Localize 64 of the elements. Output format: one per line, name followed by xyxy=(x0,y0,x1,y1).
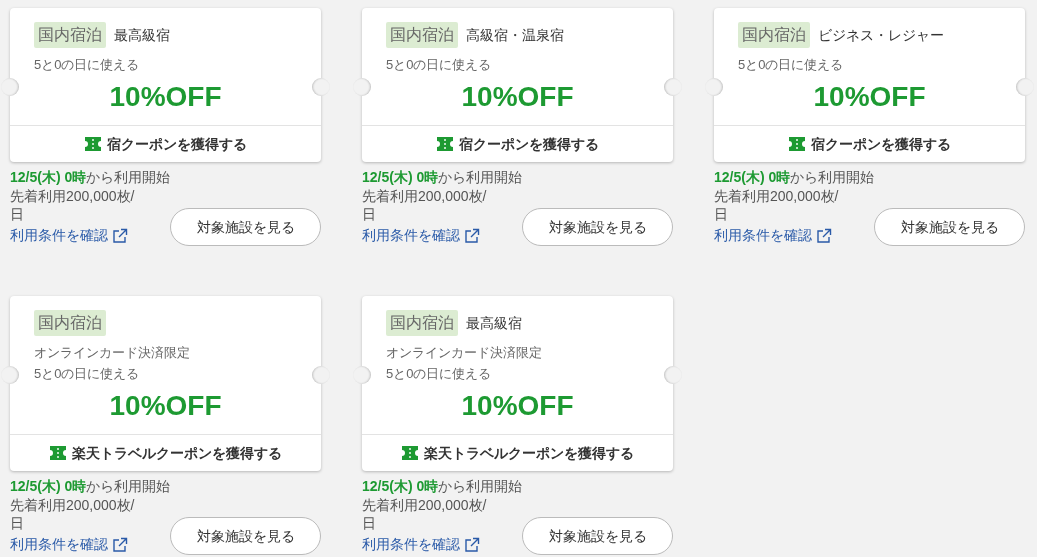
get-coupon-button[interactable]: 楽天トラベルクーポンを獲得する xyxy=(401,442,634,464)
hotel-category: 最高級宿 xyxy=(466,313,522,333)
external-link-icon xyxy=(816,227,832,244)
terms-link[interactable]: 利用条件を確認 xyxy=(714,225,832,246)
terms-link[interactable]: 利用条件を確認 xyxy=(362,225,480,246)
hotel-category: 高級宿・温泉宿 xyxy=(466,25,564,45)
coupon-condition: 5と0の日に使える xyxy=(34,365,141,383)
coupon-condition: オンラインカード決済限定 xyxy=(34,344,191,362)
category-tag: 国内宿泊 xyxy=(386,22,458,48)
ticket-icon xyxy=(49,446,66,460)
category-tag: 国内宿泊 xyxy=(738,22,810,48)
discount-amount: 10%OFF xyxy=(461,80,574,114)
card-notch xyxy=(353,366,371,384)
view-facilities-button[interactable]: 対象施設を見る xyxy=(522,208,673,246)
view-facilities-button[interactable]: 対象施設を見る xyxy=(874,208,1025,246)
coupon-condition: 5と0の日に使える xyxy=(34,56,141,74)
coupon-condition: 5と0の日に使える xyxy=(738,56,845,74)
category-tag: 国内宿泊 xyxy=(386,310,458,336)
ticket-icon xyxy=(788,137,805,151)
view-facilities-button[interactable]: 対象施設を見る xyxy=(170,517,321,555)
get-coupon-button[interactable]: 楽天トラベルクーポンを獲得する xyxy=(49,442,282,464)
start-date-text: 12/5(木) 0時から利用開始 xyxy=(10,477,170,496)
start-date-text: 12/5(木) 0時から利用開始 xyxy=(362,168,522,187)
start-date-text: 12/5(木) 0時から利用開始 xyxy=(362,477,522,496)
usage-limit-text: 先着利用200,000枚/日 xyxy=(362,496,488,532)
coupon-condition: オンラインカード決済限定 xyxy=(386,344,543,362)
discount-amount: 10%OFF xyxy=(813,80,926,114)
discount-amount: 10%OFF xyxy=(109,389,222,423)
coupon-condition: 5と0の日に使える xyxy=(386,365,493,383)
external-link-icon xyxy=(464,536,480,553)
ticket-icon xyxy=(84,137,101,151)
terms-link[interactable]: 利用条件を確認 xyxy=(10,225,128,246)
card-notch xyxy=(664,366,682,384)
get-coupon-button[interactable]: 宿クーポンを獲得する xyxy=(788,133,951,155)
card-notch xyxy=(312,78,330,96)
external-link-icon xyxy=(112,227,128,244)
view-facilities-button[interactable]: 対象施設を見る xyxy=(522,517,673,555)
discount-amount: 10%OFF xyxy=(109,80,222,114)
start-date-text: 12/5(木) 0時から利用開始 xyxy=(10,168,170,187)
usage-limit-text: 先着利用200,000枚/日 xyxy=(362,187,488,223)
hotel-category: ビジネス・レジャー xyxy=(818,25,944,45)
start-date-text: 12/5(木) 0時から利用開始 xyxy=(714,168,874,187)
terms-link[interactable]: 利用条件を確認 xyxy=(10,534,128,555)
discount-amount: 10%OFF xyxy=(461,389,574,423)
view-facilities-button[interactable]: 対象施設を見る xyxy=(170,208,321,246)
ticket-icon xyxy=(436,137,453,151)
card-notch xyxy=(705,78,723,96)
card-notch xyxy=(1016,78,1034,96)
terms-link[interactable]: 利用条件を確認 xyxy=(362,534,480,555)
coupon-condition: 5と0の日に使える xyxy=(386,56,493,74)
hotel-category: 最高級宿 xyxy=(114,25,170,45)
card-notch xyxy=(353,78,371,96)
usage-limit-text: 先着利用200,000枚/日 xyxy=(714,187,840,223)
external-link-icon xyxy=(112,536,128,553)
usage-limit-text: 先着利用200,000枚/日 xyxy=(10,496,136,532)
external-link-icon xyxy=(464,227,480,244)
category-tag: 国内宿泊 xyxy=(34,22,106,48)
get-coupon-button[interactable]: 宿クーポンを獲得する xyxy=(436,133,599,155)
get-coupon-button[interactable]: 宿クーポンを獲得する xyxy=(84,133,247,155)
card-notch xyxy=(664,78,682,96)
usage-limit-text: 先着利用200,000枚/日 xyxy=(10,187,136,223)
category-tag: 国内宿泊 xyxy=(34,310,106,336)
card-notch xyxy=(312,366,330,384)
ticket-icon xyxy=(401,446,418,460)
